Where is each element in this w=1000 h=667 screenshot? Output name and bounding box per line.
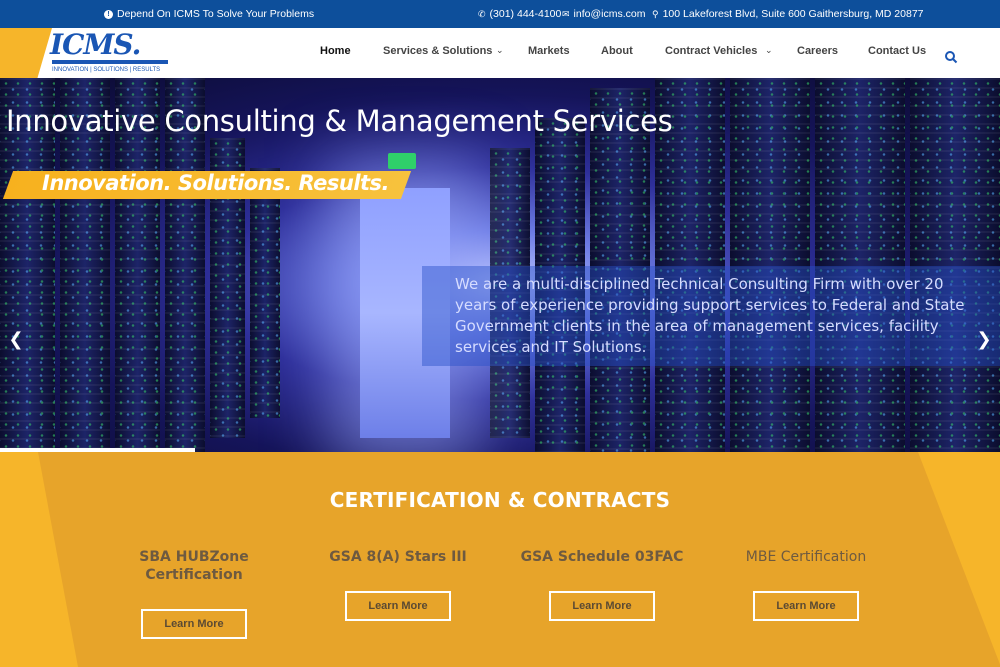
cert-label: SBA HUBZone Certification bbox=[139, 549, 249, 583]
nav-careers[interactable]: Careers bbox=[797, 45, 838, 57]
topbar-tagline-text: Depend On ICMS To Solve Your Problems bbox=[117, 8, 315, 20]
site-logo[interactable]: ICMS. INNOVATION | SOLUTIONS | RESULTS bbox=[50, 28, 170, 76]
topbar-phone[interactable]: ✆ (301) 444-4100 bbox=[478, 8, 561, 20]
chevron-down-icon[interactable]: ⌄ bbox=[496, 45, 504, 56]
header-accent-wedge bbox=[0, 28, 52, 78]
logo-company-bar bbox=[52, 60, 168, 64]
nav-markets[interactable]: Markets bbox=[528, 45, 570, 57]
cert-item-gsa-schedule: GSA Schedule 03FAC bbox=[502, 548, 702, 566]
cert-item-gsa-8a: GSA 8(A) Stars III bbox=[298, 548, 498, 566]
certification-section: CERTIFICATION & CONTRACTS SBA HUBZone Ce… bbox=[0, 452, 1000, 667]
logo-slogan: INNOVATION | SOLUTIONS | RESULTS bbox=[52, 67, 161, 73]
top-bar: ! Depend On ICMS To Solve Your Problems … bbox=[0, 0, 1000, 28]
topbar-email-text: info@icms.com bbox=[573, 8, 646, 20]
topbar-phone-text: (301) 444-4100 bbox=[489, 8, 562, 20]
hero-description: We are a multi-disciplined Technical Con… bbox=[455, 275, 965, 356]
learn-more-button[interactable]: Learn More bbox=[345, 591, 451, 621]
topbar-tagline: ! Depend On ICMS To Solve Your Problems bbox=[104, 8, 314, 20]
chevron-left-icon[interactable]: ❮ bbox=[6, 329, 26, 350]
logo-wordmark: ICMS. bbox=[50, 28, 141, 61]
learn-more-button[interactable]: Learn More bbox=[753, 591, 859, 621]
chevron-right-icon[interactable]: ❯ bbox=[974, 329, 994, 350]
nav-about[interactable]: About bbox=[601, 45, 633, 57]
cert-item-mbe: MBE Certification bbox=[706, 548, 906, 566]
cert-item-sba-hubzone: SBA HUBZone Certification bbox=[94, 548, 294, 584]
cert-label: MBE Certification bbox=[745, 549, 867, 565]
envelope-icon: ✉ bbox=[562, 8, 570, 19]
site-header: ICMS. INNOVATION | SOLUTIONS | RESULTS H… bbox=[0, 28, 1000, 78]
hero-slider: Innovative Consulting & Management Servi… bbox=[0, 78, 1000, 452]
hero-tagline: Innovation. Solutions. Results. bbox=[42, 171, 390, 195]
learn-more-button[interactable]: Learn More bbox=[141, 609, 247, 639]
map-marker-icon: ⚲ bbox=[652, 8, 659, 19]
search-icon[interactable] bbox=[944, 50, 958, 64]
nav-contract-vehicles[interactable]: Contract Vehicles bbox=[665, 45, 757, 57]
cert-label: GSA Schedule 03FAC bbox=[520, 549, 684, 565]
learn-more-button[interactable]: Learn More bbox=[549, 591, 655, 621]
nav-home[interactable]: Home bbox=[320, 45, 351, 57]
topbar-email[interactable]: ✉ info@icms.com bbox=[562, 8, 645, 20]
nav-services-solutions[interactable]: Services & Solutions bbox=[383, 45, 492, 57]
certification-title: CERTIFICATION & CONTRACTS bbox=[329, 488, 671, 512]
server-rack bbox=[910, 78, 1000, 452]
topbar-address: ⚲ 100 Lakeforest Blvd, Suite 600 Gaither… bbox=[652, 8, 924, 20]
phone-icon: ✆ bbox=[478, 8, 486, 19]
server-rack bbox=[815, 78, 905, 452]
server-rack bbox=[250, 168, 280, 418]
server-rack bbox=[730, 78, 810, 452]
hero-title: Innovative Consulting & Management Servi… bbox=[6, 104, 673, 138]
nav-contact-us[interactable]: Contact Us bbox=[868, 45, 926, 57]
exit-sign bbox=[388, 153, 416, 169]
info-icon: ! bbox=[104, 9, 113, 19]
chevron-down-icon[interactable]: ⌄ bbox=[765, 45, 773, 56]
cert-label: GSA 8(A) Stars III bbox=[329, 549, 467, 565]
topbar-address-text: 100 Lakeforest Blvd, Suite 600 Gaithersb… bbox=[662, 8, 924, 20]
